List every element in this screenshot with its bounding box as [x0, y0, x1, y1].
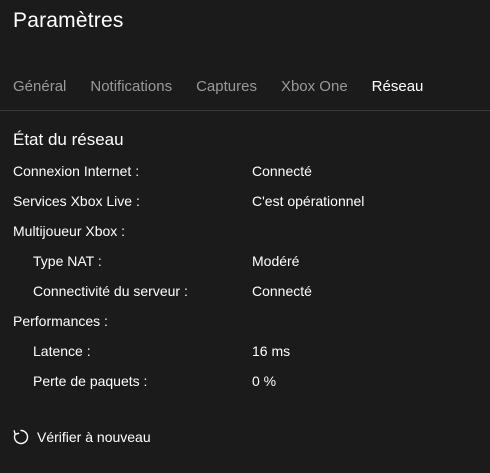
- row-nat-type: Type NAT : Modéré: [13, 253, 473, 283]
- tab-notifications[interactable]: Notifications: [90, 78, 172, 100]
- row-value: Connecté: [252, 283, 312, 299]
- recheck-button[interactable]: Vérifier à nouveau: [12, 428, 151, 446]
- row-value: 0 %: [252, 373, 277, 389]
- tab-general[interactable]: Général: [13, 78, 66, 100]
- row-performance: Performances :: [13, 313, 473, 343]
- row-internet-connection: Connexion Internet : Connecté: [13, 163, 473, 193]
- row-label: Connectivité du serveur :: [33, 283, 188, 299]
- settings-window: Paramètres Général Notifications Capture…: [0, 0, 490, 473]
- row-value: Modéré: [252, 253, 300, 269]
- row-xbox-live-services: Services Xbox Live : C'est opérationnel: [13, 193, 473, 223]
- tab-captures[interactable]: Captures: [196, 78, 257, 100]
- row-xbox-multiplayer: Multijoueur Xbox :: [13, 223, 473, 253]
- page-title: Paramètres: [13, 9, 124, 32]
- recheck-label: Vérifier à nouveau: [37, 429, 151, 445]
- row-label: Connexion Internet :: [13, 163, 140, 179]
- row-value: 16 ms: [252, 343, 291, 359]
- row-value: C'est opérationnel: [252, 193, 365, 209]
- tab-reseau[interactable]: Réseau: [372, 78, 424, 100]
- row-label: Performances :: [13, 313, 108, 329]
- row-value: Connecté: [252, 163, 312, 179]
- row-label: Perte de paquets :: [33, 373, 148, 389]
- tab-divider: [0, 110, 490, 111]
- network-status-list: Connexion Internet : Connecté Services X…: [13, 163, 473, 403]
- tab-xbox-one[interactable]: Xbox One: [281, 78, 348, 100]
- row-label: Latence :: [33, 343, 91, 359]
- section-title: État du réseau: [13, 130, 124, 149]
- row-label: Services Xbox Live :: [13, 193, 140, 209]
- refresh-icon: [12, 428, 30, 446]
- row-server-connectivity: Connectivité du serveur : Connecté: [13, 283, 473, 313]
- row-label: Type NAT :: [33, 253, 102, 269]
- row-latency: Latence : 16 ms: [13, 343, 473, 373]
- row-packet-loss: Perte de paquets : 0 %: [13, 373, 473, 403]
- row-label: Multijoueur Xbox :: [13, 223, 126, 239]
- tab-bar: Général Notifications Captures Xbox One …: [13, 78, 447, 100]
